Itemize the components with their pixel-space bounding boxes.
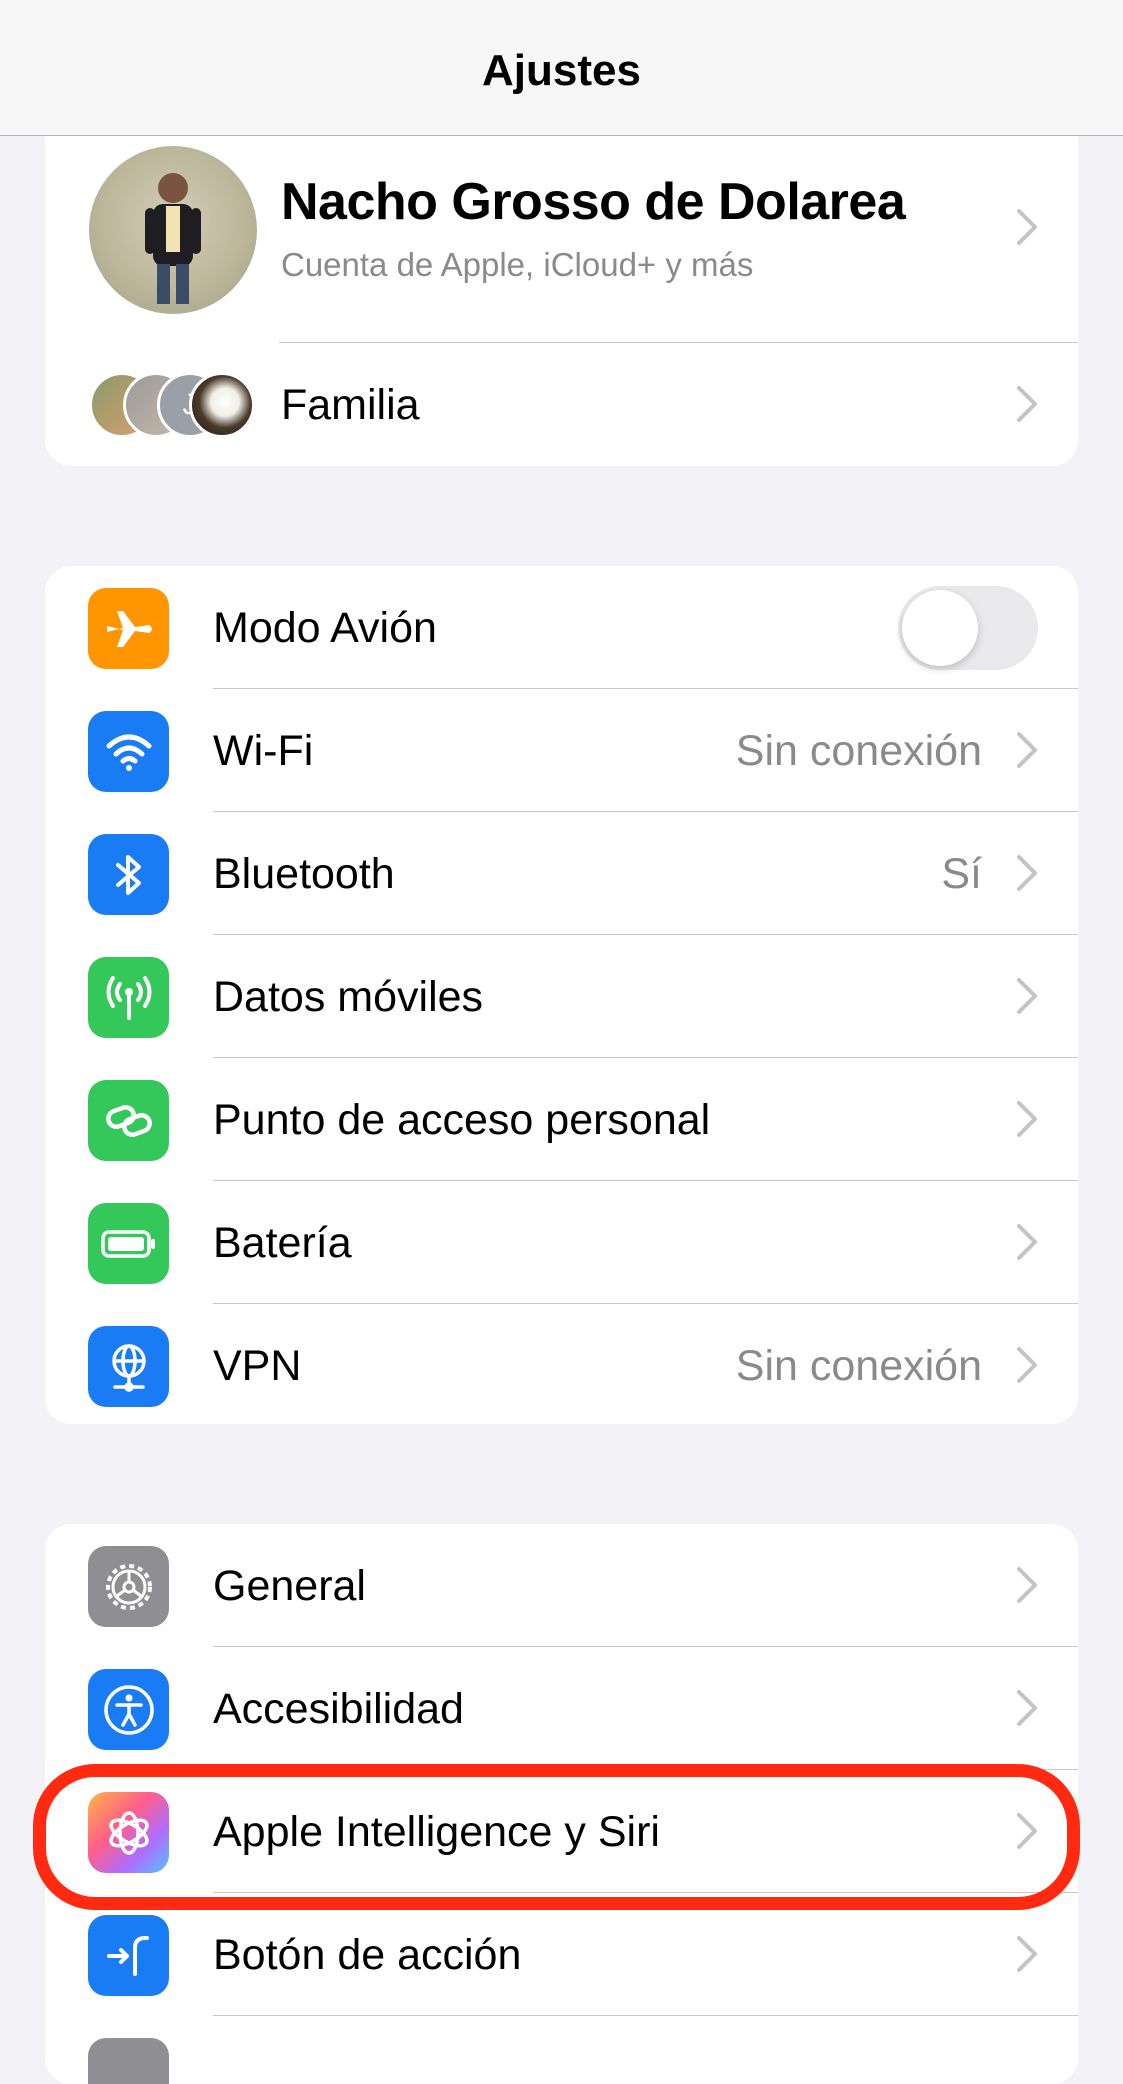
chevron-right-icon — [1017, 1347, 1037, 1383]
family-avatars: J — [89, 372, 259, 444]
settings-row-battery[interactable]: Batería — [45, 1181, 1078, 1304]
chevron-right-icon — [1017, 1813, 1037, 1849]
apple-account-row[interactable]: Nacho Grosso de Dolarea Cuenta de Apple,… — [45, 104, 1078, 342]
antenna-icon — [88, 957, 169, 1038]
chevron-right-icon — [1017, 1690, 1037, 1726]
page-title: Ajustes — [482, 46, 641, 95]
row-label: Apple Intelligence y Siri — [213, 1808, 660, 1856]
row-label: Batería — [213, 1219, 352, 1267]
settings-row-partial[interactable] — [45, 2016, 1078, 2084]
settings-row-accessibility[interactable]: Accesibilidad — [45, 1647, 1078, 1770]
row-label: General — [213, 1562, 366, 1610]
navigation-bar: Ajustes — [0, 0, 1123, 136]
settings-row-apple-intelligence-siri[interactable]: Apple Intelligence y Siri — [45, 1770, 1078, 1893]
settings-row-mobile-data[interactable]: Datos móviles — [45, 935, 1078, 1058]
settings-row-action-button[interactable]: Botón de acción — [45, 1893, 1078, 2016]
chevron-right-icon — [1017, 855, 1037, 891]
vpn-globe-icon — [88, 1326, 169, 1407]
settings-row-personal-hotspot[interactable]: Punto de acceso personal — [45, 1058, 1078, 1181]
wifi-icon — [88, 711, 169, 792]
apple-intelligence-icon — [88, 1792, 169, 1873]
family-label: Familia — [281, 381, 420, 429]
row-label: Wi-Fi — [213, 727, 314, 775]
gear-icon — [88, 1546, 169, 1627]
settings-row-vpn[interactable]: VPN Sin conexión — [45, 1304, 1078, 1424]
row-value: Sí — [941, 850, 982, 898]
airplane-icon — [88, 588, 169, 669]
chevron-right-icon — [1017, 1101, 1037, 1137]
hotspot-link-icon — [88, 1080, 169, 1161]
settings-row-wifi[interactable]: Wi-Fi Sin conexión — [45, 689, 1078, 812]
general-group: General Accesibilidad Apple Intelligence… — [45, 1524, 1078, 2084]
accessibility-icon — [88, 1669, 169, 1750]
chevron-right-icon — [1017, 978, 1037, 1014]
row-label: VPN — [213, 1342, 302, 1390]
profile-subtitle: Cuenta de Apple, iCloud+ y más — [281, 246, 754, 283]
row-value: Sin conexión — [735, 727, 982, 775]
settings-row-general[interactable]: General — [45, 1524, 1078, 1647]
settings-row-bluetooth[interactable]: Bluetooth Sí — [45, 812, 1078, 935]
row-label: Punto de acceso personal — [213, 1096, 711, 1144]
row-label: Bluetooth — [213, 850, 395, 898]
chevron-right-icon — [1017, 386, 1037, 422]
chevron-right-icon — [1017, 209, 1037, 245]
chevron-right-icon — [1017, 732, 1037, 768]
airplane-mode-toggle[interactable] — [898, 586, 1038, 670]
profile-name: Nacho Grosso de Dolarea — [281, 173, 906, 231]
battery-icon — [88, 1203, 169, 1284]
action-button-icon — [88, 1915, 169, 1996]
avatar — [89, 146, 257, 314]
family-member-avatar — [189, 372, 255, 438]
settings-row-airplane-mode[interactable]: Modo Avión — [45, 566, 1078, 689]
bluetooth-icon — [88, 834, 169, 915]
row-label: Modo Avión — [213, 604, 437, 652]
toggle-knob — [902, 590, 978, 666]
row-label: Botón de acción — [213, 1931, 522, 1979]
chevron-right-icon — [1017, 1224, 1037, 1260]
app-icon — [88, 2038, 169, 2084]
family-row[interactable]: J Familia — [45, 343, 1078, 466]
profile-card: Nacho Grosso de Dolarea Cuenta de Apple,… — [45, 104, 1078, 466]
row-value: Sin conexión — [735, 1342, 982, 1390]
row-label: Datos móviles — [213, 973, 484, 1021]
chevron-right-icon — [1017, 1567, 1037, 1603]
connectivity-group: Modo Avión Wi-Fi Sin conexión Bluetooth … — [45, 566, 1078, 1424]
row-label: Accesibilidad — [213, 1685, 464, 1733]
chevron-right-icon — [1017, 1936, 1037, 1972]
